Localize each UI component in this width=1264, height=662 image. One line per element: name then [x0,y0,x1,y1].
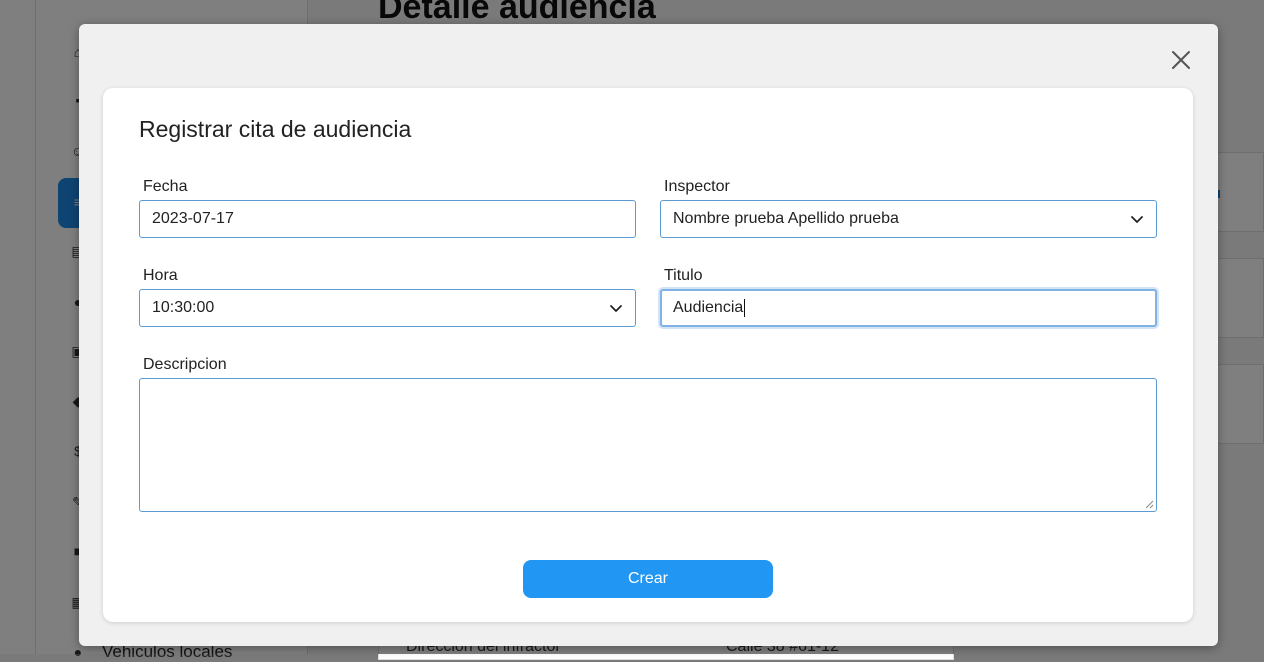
inspector-select[interactable]: Nombre prueba Apellido prueba [660,200,1157,238]
chevron-down-icon [609,301,623,315]
hora-select[interactable]: 10:30:00 [139,289,636,327]
resize-handle-icon[interactable] [1145,500,1154,509]
appointment-modal: Registrar cita de audiencia Fecha 2023-0… [79,24,1218,646]
hora-label: Hora [143,267,178,285]
inspector-value: Nombre prueba Apellido prueba [673,210,899,228]
text-caret [744,299,745,317]
titulo-input[interactable]: Audiencia [660,289,1157,327]
chevron-down-icon [1130,212,1144,226]
form-title: Registrar cita de audiencia [139,116,411,143]
fecha-value: 2023-07-17 [152,210,234,228]
inspector-label: Inspector [664,178,730,196]
titulo-label: Titulo [664,267,703,285]
descripcion-label: Descripcion [143,356,227,374]
form-panel: Registrar cita de audiencia Fecha 2023-0… [103,88,1193,622]
hora-value: 10:30:00 [152,299,214,317]
fecha-label: Fecha [143,178,187,196]
titulo-value: Audiencia [673,299,743,317]
close-icon [1171,50,1191,70]
descripcion-textarea[interactable] [139,378,1157,512]
close-button[interactable] [1169,48,1193,72]
fecha-input[interactable]: 2023-07-17 [139,200,636,238]
crear-button[interactable]: Crear [523,560,773,598]
